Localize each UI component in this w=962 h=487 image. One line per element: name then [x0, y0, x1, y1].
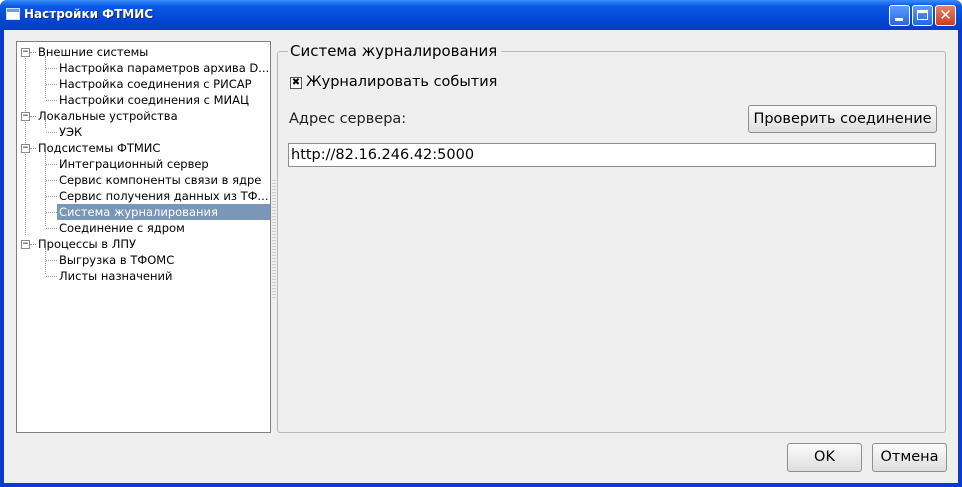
tree-leaf-item[interactable]: Листы назначений: [57, 268, 270, 284]
tree-item-label: Настройки соединения с МИАЦ: [59, 93, 249, 107]
settings-window: Настройки ФТМИС ✕ Внешние системы − Настро…: [0, 0, 962, 487]
collapse-toggle-icon[interactable]: −: [21, 144, 30, 153]
log-events-label[interactable]: Журналировать события: [306, 74, 497, 90]
tree-item-label: Подсистемы ФТМИС: [38, 141, 161, 155]
close-button[interactable]: ✕: [935, 5, 956, 26]
tree-leaf-item[interactable]: Настройка параметров архива D...: [57, 60, 270, 76]
ok-button[interactable]: OK: [787, 443, 862, 472]
dialog-body: Внешние системы − Настройка параметров арх…: [4, 30, 958, 483]
cancel-button[interactable]: Отмена: [872, 443, 947, 472]
tree-leaf-item[interactable]: УЭК: [57, 124, 270, 140]
tree-item-label: Интеграционный сервер: [59, 157, 209, 171]
group-title: Система журналирования: [288, 42, 502, 60]
settings-tree[interactable]: Внешние системы − Настройка параметров арх…: [16, 41, 271, 433]
maximize-icon: [917, 10, 928, 20]
collapse-toggle-icon[interactable]: −: [21, 240, 30, 249]
check-mark-icon: ✖: [291, 77, 301, 88]
tree-group-item[interactable]: Подсистемы ФТМИС: [36, 140, 270, 156]
tree-item-label: Сервис получения данных из ТФ...: [59, 189, 269, 203]
check-connection-button[interactable]: Проверить соединение: [748, 105, 937, 133]
tree-leaf-item[interactable]: Система журналирования: [57, 204, 270, 220]
close-icon: ✕: [939, 6, 952, 24]
tree-item-label: Внешние системы: [38, 45, 149, 59]
collapse-toggle-icon[interactable]: −: [21, 112, 30, 121]
tree-leaf-item[interactable]: Настройка соединения с РИСАР: [57, 76, 270, 92]
tree-item-label: УЭК: [59, 125, 83, 139]
tree-leaf-item[interactable]: Выгрузка в ТФОМС: [57, 252, 270, 268]
tree-leaf-item[interactable]: Сервис получения данных из ТФ...: [57, 188, 270, 204]
tree-leaf-item[interactable]: Сервис компоненты связи в ядре: [57, 172, 270, 188]
client-area: Внешние системы − Настройка параметров арх…: [4, 30, 958, 483]
tree-item-label: Настройка соединения с РИСАР: [59, 77, 252, 91]
app-window-icon: [6, 8, 20, 20]
tree-item-label: Настройка параметров архива D...: [59, 61, 270, 75]
tree-item-label: Система журналирования: [59, 205, 218, 219]
server-address-label: Адрес сервера:: [289, 111, 407, 127]
minimize-button[interactable]: [889, 5, 910, 26]
server-address-input[interactable]: http://82.16.246.42:5000: [288, 143, 936, 167]
splitter-handle[interactable]: [272, 180, 276, 300]
tree-item-label: Соединение с ядром: [59, 221, 185, 235]
maximize-button[interactable]: [912, 5, 933, 26]
tree-item-label: Выгрузка в ТФОМС: [59, 253, 175, 267]
tree-item-label: Сервис компоненты связи в ядре: [59, 173, 262, 187]
window-title: Настройки ФТМИС: [24, 7, 154, 21]
tree-item-label: Локальные устройства: [38, 109, 178, 123]
title-bar[interactable]: Настройки ФТМИС ✕: [0, 0, 962, 30]
minimize-icon: [895, 18, 903, 21]
tree-group-item[interactable]: Процессы в ЛПУ: [36, 236, 270, 252]
tree-leaf-item[interactable]: Соединение с ядром: [57, 220, 270, 236]
tree-group-item[interactable]: Локальные устройства: [36, 108, 270, 124]
tree-group-item[interactable]: Внешние системы: [36, 44, 270, 60]
tree-leaf-item[interactable]: Интеграционный сервер: [57, 156, 270, 172]
tree-item-label: Листы назначений: [59, 269, 173, 283]
log-events-checkbox[interactable]: ✖: [290, 77, 302, 89]
tree-item-label: Процессы в ЛПУ: [38, 237, 137, 251]
tree-leaf-item[interactable]: Настройки соединения с МИАЦ: [57, 92, 270, 108]
collapse-toggle-icon[interactable]: −: [21, 48, 30, 57]
